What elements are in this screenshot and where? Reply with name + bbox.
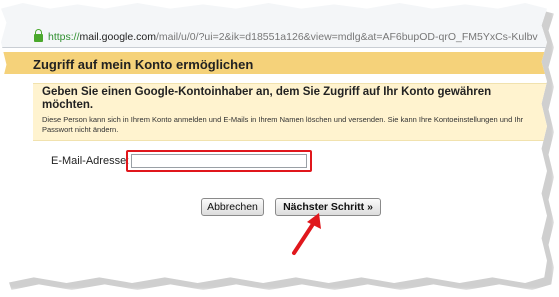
lock-icon	[34, 29, 43, 42]
url-scheme: https://	[48, 31, 80, 43]
info-note: Diese Person kann sich in Ihrem Konto an…	[42, 115, 524, 134]
url-host: mail.google.com	[79, 31, 156, 43]
dialog-title: Zugriff auf mein Konto ermöglichen	[33, 57, 254, 72]
info-heading: Geben Sie einen Google-Kontoinhaber an, …	[42, 86, 492, 111]
torn-paper-screenshot: https://mail.google.com/mail/u/0/?ui=2&i…	[1, 3, 547, 283]
url-text[interactable]: https://mail.google.com/mail/u/0/?ui=2&i…	[48, 31, 538, 43]
email-label: E-Mail-Adresse:	[51, 155, 130, 167]
cancel-button[interactable]: Abbrechen	[201, 198, 264, 216]
red-arrow-icon	[292, 213, 321, 255]
address-bar[interactable]: https://mail.google.com/mail/u/0/?ui=2&i…	[1, 3, 547, 48]
url-path: /mail/u/0/?ui=2&ik=d18551a126&view=mdlg&…	[155, 31, 538, 43]
email-field[interactable]	[131, 154, 307, 168]
